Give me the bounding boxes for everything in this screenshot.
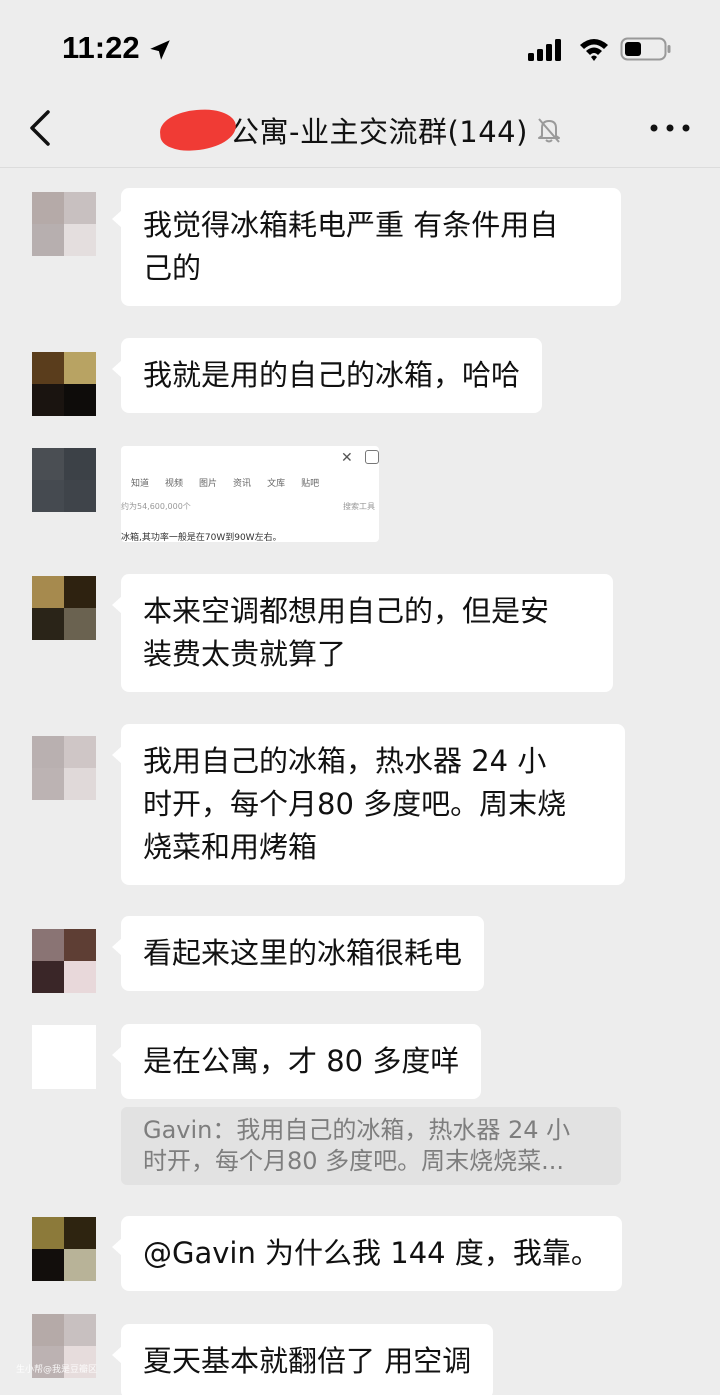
message-bubble[interactable]: 夏天基本就翻倍了 用空调: [111, 1324, 494, 1395]
watermark: 生小帮@我是豆瓣区: [16, 1365, 98, 1375]
result-snippet: 冰箱,其功率一般是在70W到90W左右。: [121, 533, 282, 542]
avatar[interactable]: [32, 192, 96, 256]
message-bubble[interactable]: 我就是用的自己的冰箱，哈哈: [111, 338, 543, 413]
search-tab: 贴吧: [301, 479, 320, 489]
avatar[interactable]: [32, 1217, 96, 1281]
battery-icon: [620, 37, 671, 61]
message-text-line: 夏天基本就翻倍了 用空调: [143, 1344, 472, 1378]
search-tab: 文库: [267, 479, 286, 489]
message-text-line: 看起来这里的冰箱很耗电: [143, 936, 463, 970]
search-tools: 搜索工具: [343, 502, 375, 511]
message-text-line: @Gavin 为什么我 144 度，我靠。: [143, 1236, 600, 1270]
message-text-line: 我用自己的冰箱，热水器 24 小: [143, 744, 547, 778]
avatar[interactable]: [32, 448, 96, 512]
close-icon: ✕: [341, 450, 353, 466]
message-text-line: 装费太贵就算了: [143, 637, 347, 671]
message-text-line: 时开，每个月80 多度吧。周末烧: [143, 787, 567, 821]
more-icon[interactable]: [648, 118, 692, 138]
chat-title: 公寓-业主交流群(144): [230, 115, 528, 149]
redaction-mark: [158, 107, 238, 153]
result-count: 约为54,600,000个: [121, 502, 191, 511]
message-bubble[interactable]: 看起来这里的冰箱很耗电: [111, 916, 485, 991]
message-bubble[interactable]: 我觉得冰箱耗电严重 有条件用自 己的: [112, 188, 621, 306]
quoted-message[interactable]: Gavin：我用自己的冰箱，热水器 24 小 时开，每个月80 多度吧。周末烧烧…: [121, 1107, 621, 1185]
chat-header: 公寓-业主交流群(144): [0, 92, 720, 168]
avatar[interactable]: [32, 736, 96, 800]
quote-text-line: Gavin：我用自己的冰箱，热水器 24 小: [143, 1116, 571, 1144]
chat-title-area: 公寓-业主交流群(144): [158, 107, 562, 153]
search-tab: 资讯: [233, 479, 252, 489]
image-message[interactable]: ✕ 知道 视频 图片 资讯 文库 贴吧 约为54,600,000个 搜索工具 冰…: [121, 446, 379, 542]
camera-icon: [365, 450, 379, 464]
message-text-line: 烧菜和用烤箱: [143, 830, 318, 864]
message-bubble[interactable]: 本来空调都想用自己的，但是安 装费太贵就算了: [112, 574, 613, 692]
message-text-line: 本来空调都想用自己的，但是安: [143, 594, 550, 628]
search-tab: 图片: [199, 479, 218, 489]
message-text-line: 己的: [143, 251, 202, 285]
message-bubble[interactable]: @Gavin 为什么我 144 度，我靠。: [112, 1216, 622, 1291]
search-tabs: 知道 视频 图片 资讯 文库 贴吧: [131, 476, 319, 489]
mute-bell-icon: [537, 118, 560, 143]
message-bubble[interactable]: 我用自己的冰箱，热水器 24 小 时开，每个月80 多度吧。周末烧 烧菜和用烤箱: [112, 724, 625, 885]
status-time: 11:22: [62, 30, 140, 65]
message-text-line: 我觉得冰箱耗电严重 有条件用自: [143, 208, 559, 242]
wifi-icon: [580, 39, 608, 61]
location-arrow-icon: [150, 40, 170, 60]
message-text-line: 是在公寓，才 80 多度咩: [143, 1044, 460, 1078]
search-tab: 知道: [131, 479, 150, 489]
back-icon[interactable]: [26, 108, 56, 148]
avatar[interactable]: [32, 1025, 96, 1089]
cellular-signal-icon: [528, 39, 561, 61]
quote-text-line: 时开，每个月80 多度吧。周末烧烧菜...: [143, 1147, 565, 1175]
message-text-line: 我就是用的自己的冰箱，哈哈: [143, 358, 521, 392]
status-bar: 11:22: [0, 0, 720, 92]
message-bubble[interactable]: 是在公寓，才 80 多度咩: [111, 1024, 482, 1099]
avatar[interactable]: [32, 929, 96, 993]
avatar[interactable]: [32, 576, 96, 640]
search-tab: 视频: [165, 479, 184, 489]
avatar[interactable]: [32, 352, 96, 416]
